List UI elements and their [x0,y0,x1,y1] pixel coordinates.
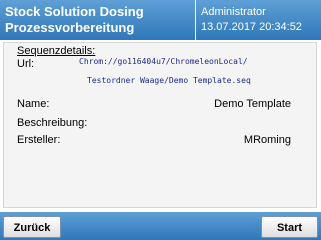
title-line-step: Prozessvorbereitung [5,20,135,35]
datetime: 13.07.2017 20:34:52 [201,21,302,33]
creator-label: Ersteller: [17,134,61,146]
description-label: Beschreibung: [17,117,88,129]
header-divider [195,0,196,40]
url-value-line2: Testordner Waage/Demo Template.seq [87,76,251,85]
back-button[interactable]: Zurück [3,216,61,238]
section-title: Sequenzdetails: [17,45,96,57]
url-label: Url: [17,58,35,70]
user-info: Administrator 13.07.2017 20:34:52 [201,5,319,35]
name-label: Name: [17,98,50,110]
creator-value: MRoming [243,134,291,146]
name-value: Demo Template [214,98,291,110]
page-title: Stock Solution Dosing Prozessvorbereitun… [5,4,193,36]
url-value-line1: Chrom://go116404u7/ChromeleonLocal/ [79,57,248,66]
screen: Stock Solution Dosing Prozessvorbereitun… [0,0,321,240]
user-name: Administrator [201,6,266,18]
title-line-app: Stock Solution Dosing [5,4,144,19]
start-button[interactable]: Start [261,216,318,238]
